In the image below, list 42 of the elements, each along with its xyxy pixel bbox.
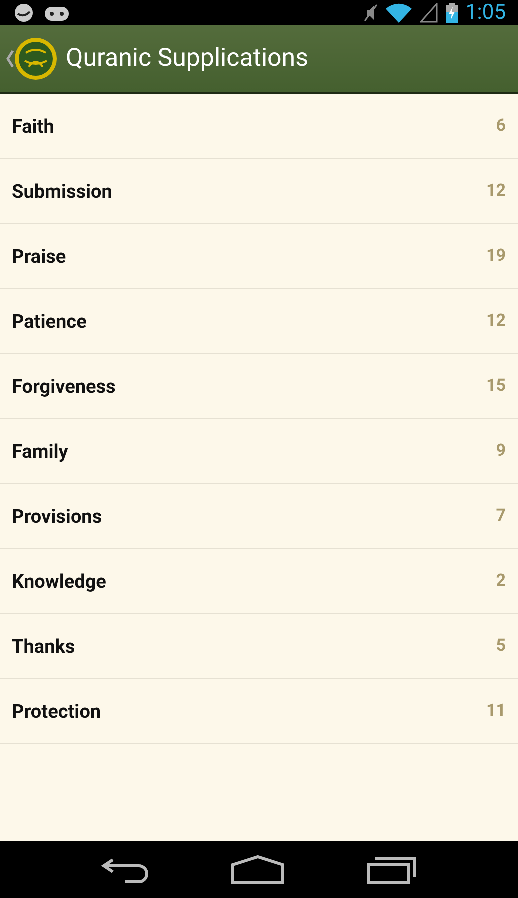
wifi-icon <box>386 2 412 22</box>
category-item[interactable]: Patience 12 <box>0 289 518 354</box>
category-name: Faith <box>12 114 54 138</box>
category-name: Submission <box>12 180 112 202</box>
home-icon[interactable] <box>231 854 285 884</box>
category-item[interactable]: Thanks 5 <box>0 614 518 679</box>
chevron-icon <box>6 50 14 68</box>
category-item[interactable]: Praise 19 <box>0 224 518 289</box>
category-item[interactable]: Faith 6 <box>0 94 518 159</box>
clock-time: 1:05 <box>466 0 506 24</box>
notification-icon <box>12 4 36 22</box>
item-count: 5 <box>496 636 506 656</box>
category-name: Provisions <box>12 504 102 528</box>
item-count: 6 <box>496 116 506 136</box>
category-item[interactable]: Forgiveness 15 <box>0 354 518 419</box>
item-count: 7 <box>496 506 506 526</box>
item-count: 12 <box>486 181 506 201</box>
recent-apps-icon[interactable] <box>367 854 417 884</box>
item-count: 9 <box>496 441 506 461</box>
category-name: Knowledge <box>12 570 106 592</box>
item-count: 11 <box>486 701 506 721</box>
signal-icon <box>420 2 438 22</box>
category-name: Forgiveness <box>12 374 116 398</box>
screen-title: Quranic Supplications <box>66 44 309 73</box>
category-item[interactable]: Family 9 <box>0 419 518 484</box>
category-item[interactable]: Knowledge 2 <box>0 549 518 614</box>
category-name: Family <box>12 440 68 462</box>
category-item[interactable]: Protection 11 <box>0 679 518 744</box>
item-count: 2 <box>496 571 506 591</box>
category-name: Thanks <box>12 634 76 658</box>
category-name: Protection <box>12 700 102 722</box>
mute-icon <box>364 4 378 22</box>
category-item[interactable]: Submission 12 <box>0 159 518 224</box>
battery-icon <box>446 2 458 22</box>
category-name: Praise <box>12 244 66 268</box>
category-name: Patience <box>12 310 87 332</box>
back-button[interactable] <box>6 36 58 80</box>
item-count: 15 <box>486 376 506 396</box>
item-count: 12 <box>486 311 506 331</box>
app-logo-icon <box>14 36 58 80</box>
item-count: 19 <box>486 246 506 266</box>
category-item[interactable]: Provisions 7 <box>0 484 518 549</box>
